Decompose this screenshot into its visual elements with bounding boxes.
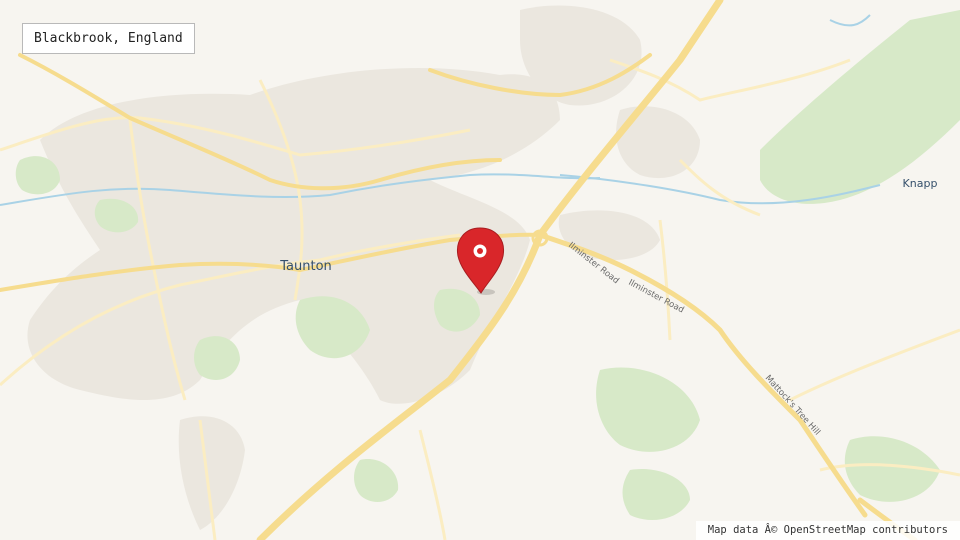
- map-attribution: Map data Â© OpenStreetMap contributors: [695, 521, 960, 540]
- place-label-taunton: Taunton: [279, 259, 332, 274]
- place-label-knapp: Knapp: [903, 177, 938, 190]
- map-pin-center: [477, 248, 483, 254]
- map-canvas[interactable]: Taunton Knapp Ilminster Road Ilminster R…: [0, 0, 960, 540]
- location-label: Blackbrook, England: [22, 23, 195, 54]
